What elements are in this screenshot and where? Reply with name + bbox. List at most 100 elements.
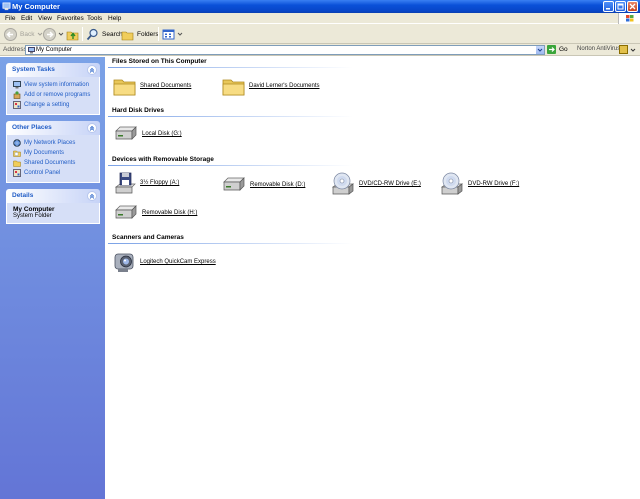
chevron-down-icon[interactable]: [630, 47, 636, 53]
system-tasks-header[interactable]: System Tasks: [6, 63, 100, 77]
toolbar-separator: [82, 27, 83, 41]
place-label: My Network Places: [24, 140, 76, 146]
go-label: Go: [559, 46, 568, 53]
system-tasks-list: View system information Add or remove pr…: [6, 77, 100, 115]
title-bar[interactable]: My Computer: [0, 0, 640, 13]
maximize-icon: [617, 3, 624, 10]
group-header-scanners-cameras: Scanners and Cameras: [112, 234, 184, 241]
computer-icon: [2, 2, 11, 11]
minimize-button[interactable]: [603, 1, 614, 12]
item-label: Shared Documents: [140, 83, 192, 89]
system-info-icon: [13, 81, 21, 89]
item-label: Logitech QuickCam Express: [140, 259, 216, 265]
task-change-setting[interactable]: Change a setting: [13, 100, 95, 110]
windows-flag-icon: [626, 15, 634, 22]
task-view-system-information[interactable]: View system information: [13, 80, 95, 90]
menu-view[interactable]: View: [38, 15, 52, 22]
floppy-drive-icon: [114, 172, 136, 194]
control-panel-icon: [13, 101, 21, 109]
group-divider: [108, 165, 353, 166]
search-button[interactable]: Search: [86, 26, 123, 42]
menu-edit[interactable]: Edit: [21, 15, 32, 22]
cd-drive-icon: [330, 172, 356, 196]
menu-help[interactable]: Help: [108, 15, 121, 22]
window-title: My Computer: [12, 2, 60, 11]
item-floppy-a[interactable]: 3½ Floppy (A:): [113, 172, 179, 194]
collapse-button[interactable]: [87, 191, 97, 201]
address-bar: Address My Computer Go Norton AntiVirus: [0, 44, 640, 56]
collapse-button[interactable]: [87, 65, 97, 75]
place-my-network-places[interactable]: My Network Places: [13, 138, 95, 148]
menu-favorites[interactable]: Favorites: [57, 15, 84, 22]
hard-disk-icon: [113, 126, 139, 142]
network-icon: [13, 139, 21, 147]
group-divider: [108, 116, 353, 117]
norton-antivirus-label[interactable]: Norton AntiVirus: [577, 46, 620, 52]
details-body: My Computer System Folder: [6, 203, 100, 224]
details-subtitle: System Folder: [13, 213, 52, 219]
windows-logo: [618, 13, 640, 24]
place-shared-documents[interactable]: Shared Documents: [13, 158, 95, 168]
other-places-list: My Network Places My Documents Shared Do…: [6, 135, 100, 183]
toolbar-separator: [158, 27, 159, 41]
item-users-documents[interactable]: David Lerner's Documents: [222, 75, 320, 97]
item-label: David Lerner's Documents: [249, 83, 320, 89]
norton-icon[interactable]: [619, 45, 628, 54]
go-arrow-icon: [547, 45, 556, 54]
menu-tools[interactable]: Tools: [87, 15, 102, 22]
item-label: 3½ Floppy (A:): [140, 180, 180, 186]
task-add-remove-programs[interactable]: Add or remove programs: [13, 90, 95, 100]
other-places-header[interactable]: Other Places: [6, 121, 100, 135]
content-area: Files Stored on This Computer Shared Doc…: [105, 57, 640, 499]
item-dvd-cd-rw-e[interactable]: DVD/CD-RW Drive (E:): [330, 172, 421, 196]
other-places-panel: Other Places My Network Places My Docume…: [6, 121, 100, 183]
task-label: Change a setting: [24, 102, 70, 108]
place-control-panel[interactable]: Control Panel: [13, 168, 95, 178]
forward-button[interactable]: [43, 26, 64, 42]
add-remove-programs-icon: [13, 91, 21, 99]
other-places-title: Other Places: [12, 124, 52, 131]
group-header-hard-disk-drives: Hard Disk Drives: [112, 107, 165, 114]
back-button[interactable]: Back: [4, 26, 43, 42]
toolbar: Back Search Folders: [0, 24, 640, 44]
item-shared-documents[interactable]: Shared Documents: [113, 75, 191, 97]
folder-icon: [222, 75, 246, 97]
task-label: View system information: [24, 82, 89, 88]
menu-file[interactable]: File: [5, 15, 15, 22]
computer-icon: [28, 47, 35, 54]
folders-label: Folders: [137, 30, 159, 38]
dvd-drive-icon: [439, 172, 465, 196]
chevron-up-icon: [89, 67, 95, 73]
item-logitech-quickcam[interactable]: Logitech QuickCam Express: [113, 250, 216, 274]
details-name: My Computer: [13, 206, 55, 213]
chevron-down-icon: [537, 48, 543, 52]
collapse-button[interactable]: [87, 123, 97, 133]
views-button[interactable]: [162, 26, 183, 42]
item-local-disk-g[interactable]: Local Disk (G:): [113, 126, 182, 142]
item-removable-disk-d[interactable]: Removable Disk (D:): [221, 177, 305, 193]
item-label: Removable Disk (H:): [142, 210, 198, 216]
details-header[interactable]: Details: [6, 189, 100, 203]
chevron-up-icon: [89, 193, 95, 199]
item-dvd-rw-f[interactable]: DVD-RW Drive (F:): [439, 172, 519, 196]
address-field[interactable]: My Computer: [25, 45, 545, 55]
group-divider: [108, 243, 353, 244]
place-label: Shared Documents: [24, 160, 76, 166]
item-removable-disk-h[interactable]: Removable Disk (H:): [113, 205, 197, 221]
address-dropdown-button[interactable]: [536, 46, 544, 54]
up-folder-button[interactable]: [66, 26, 79, 42]
chevron-down-icon: [177, 32, 183, 36]
maximize-button[interactable]: [615, 1, 626, 12]
close-icon: [629, 3, 636, 10]
removable-disk-icon: [221, 177, 247, 193]
folders-button[interactable]: Folders: [121, 26, 159, 42]
my-documents-icon: [13, 150, 21, 157]
item-label: Local Disk (G:): [142, 131, 182, 137]
system-tasks-title: System Tasks: [12, 66, 55, 73]
close-button[interactable]: [627, 1, 638, 12]
go-button[interactable]: Go: [547, 45, 568, 54]
place-my-documents[interactable]: My Documents: [13, 148, 95, 158]
folder-icon: [113, 75, 137, 97]
chevron-down-icon: [58, 32, 64, 36]
control-panel-icon: [13, 169, 21, 177]
